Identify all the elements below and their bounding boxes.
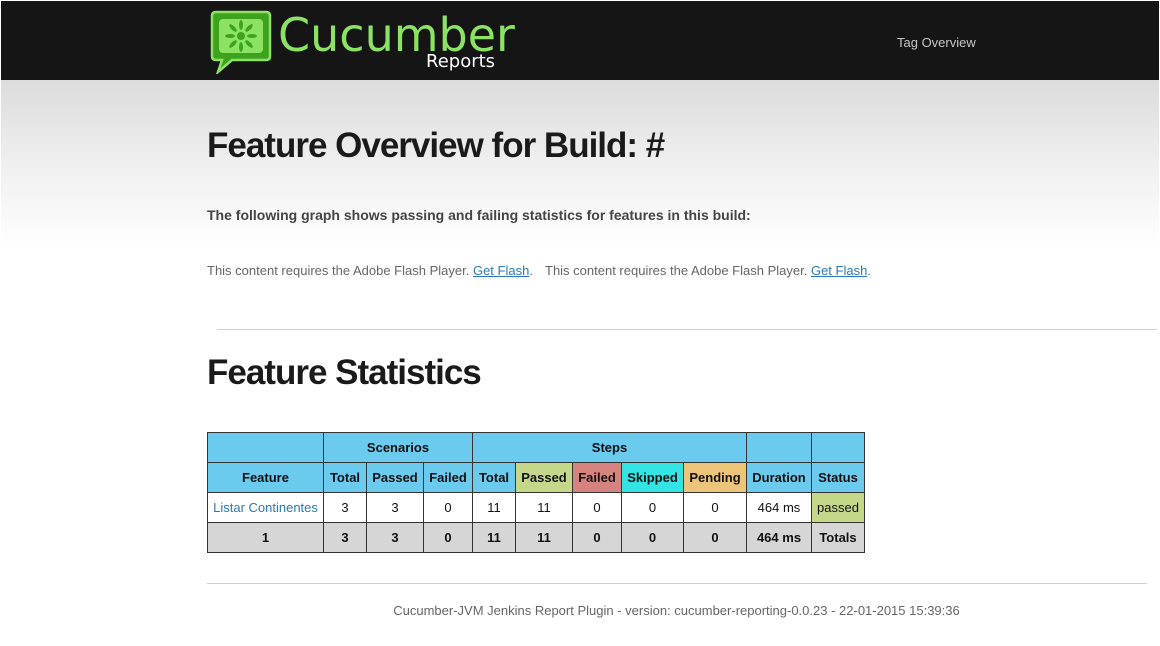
- feature-statistics-title: Feature Statistics: [207, 353, 482, 392]
- section-divider: [217, 329, 1157, 330]
- feature-statistics-table: Scenarios Steps Feature Total Passed Fai…: [207, 432, 865, 553]
- table-group-header-row: Scenarios Steps: [207, 432, 865, 463]
- cell-steps-passed: 11: [515, 492, 573, 523]
- flash-notice-text: This content requires the Adobe Flash Pl…: [545, 263, 808, 278]
- total-steps-pending: 0: [683, 522, 747, 553]
- empty-header-cell: [811, 432, 865, 463]
- cucumber-reports-logo[interactable]: Cucumber Reports: [210, 8, 515, 74]
- empty-header-cell: [207, 432, 324, 463]
- cell-steps-failed: 0: [572, 492, 622, 523]
- status-badge: passed: [811, 492, 865, 523]
- cell-duration: 464 ms: [746, 492, 812, 523]
- flash-notice-text: This content requires the Adobe Flash Pl…: [207, 263, 470, 278]
- cell-scenarios-passed: 3: [366, 492, 424, 523]
- col-steps-total[interactable]: Total: [472, 462, 516, 493]
- top-navbar: Cucumber Reports Tag Overview: [1, 1, 1159, 80]
- total-duration: 464 ms: [746, 522, 812, 553]
- total-scenarios-failed: 0: [423, 522, 473, 553]
- col-steps-pending[interactable]: Pending: [683, 462, 747, 493]
- nav-tag-overview-link[interactable]: Tag Overview: [897, 35, 976, 50]
- col-scenarios-total[interactable]: Total: [323, 462, 367, 493]
- cell-steps-skipped: 0: [621, 492, 684, 523]
- feature-link[interactable]: Listar Continentes: [207, 492, 324, 523]
- cell-scenarios-total: 3: [323, 492, 367, 523]
- table-row: Listar Continentes 3 3 0 11 11 0 0 0 464…: [207, 492, 865, 523]
- logo-subtitle: Reports: [426, 51, 496, 72]
- total-steps-failed: 0: [572, 522, 622, 553]
- total-features: 1: [207, 522, 324, 553]
- get-flash-link[interactable]: Get Flash: [811, 263, 867, 278]
- col-feature[interactable]: Feature: [207, 462, 324, 493]
- total-steps-passed: 11: [515, 522, 573, 553]
- col-scenarios-failed[interactable]: Failed: [423, 462, 473, 493]
- col-status[interactable]: Status: [811, 462, 865, 493]
- totals-label: Totals: [811, 522, 865, 553]
- footer-divider: [207, 583, 1147, 584]
- cell-scenarios-failed: 0: [423, 492, 473, 523]
- col-duration[interactable]: Duration: [746, 462, 812, 493]
- total-scenarios-passed: 3: [366, 522, 424, 553]
- flash-notice-1: This content requires the Adobe Flash Pl…: [207, 263, 533, 278]
- table-column-header-row: Feature Total Passed Failed Total Passed…: [207, 462, 865, 493]
- page-title: Feature Overview for Build: #: [207, 126, 665, 165]
- total-steps-skipped: 0: [621, 522, 684, 553]
- col-steps-passed[interactable]: Passed: [515, 462, 573, 493]
- cell-steps-total: 11: [472, 492, 516, 523]
- get-flash-link[interactable]: Get Flash: [473, 263, 529, 278]
- cucumber-speech-bubble-icon: [210, 10, 272, 74]
- col-steps-failed[interactable]: Failed: [572, 462, 622, 493]
- totals-row: 1 3 3 0 11 11 0 0 0 464 ms Totals: [207, 522, 865, 553]
- col-scenarios-passed[interactable]: Passed: [366, 462, 424, 493]
- cell-steps-pending: 0: [683, 492, 747, 523]
- col-steps-skipped[interactable]: Skipped: [621, 462, 684, 493]
- footer-version-text: Cucumber-JVM Jenkins Report Plugin - ver…: [393, 603, 960, 618]
- steps-group-header: Steps: [472, 432, 747, 463]
- flash-notice-2: This content requires the Adobe Flash Pl…: [545, 263, 871, 278]
- graph-description: The following graph shows passing and fa…: [207, 207, 751, 223]
- total-steps: 11: [472, 522, 516, 553]
- scenarios-group-header: Scenarios: [323, 432, 473, 463]
- empty-header-cell: [746, 432, 812, 463]
- total-scenarios: 3: [323, 522, 367, 553]
